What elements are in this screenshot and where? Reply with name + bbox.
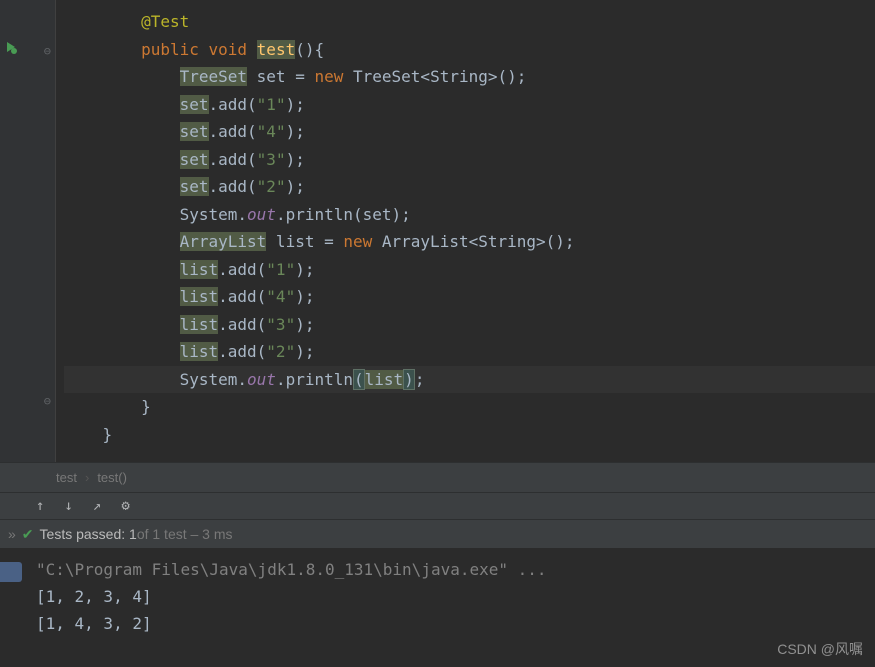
fold-icon[interactable]: ⊖ xyxy=(44,44,51,58)
code-line[interactable]: set.add("1"); xyxy=(64,91,875,119)
code-line[interactable]: set.add("4"); xyxy=(64,118,875,146)
watermark: CSDN @风嘱 xyxy=(777,639,863,659)
code-line[interactable]: list.add("2"); xyxy=(64,338,875,366)
console-line: [1, 4, 3, 2] xyxy=(36,610,875,637)
run-test-icon[interactable] xyxy=(4,40,18,58)
code-line[interactable]: } xyxy=(64,421,875,449)
code-line[interactable]: list.add("1"); xyxy=(64,256,875,284)
tests-passed-label: Tests passed: 1 xyxy=(40,526,137,542)
breadcrumb-separator-icon: › xyxy=(85,470,89,485)
export-icon[interactable]: ↗ xyxy=(93,498,101,514)
console-output[interactable]: "C:\Program Files\Java\jdk1.8.0_131\bin\… xyxy=(0,548,875,637)
tests-count-label: of 1 test – 3 ms xyxy=(137,526,233,542)
code-line[interactable]: public void test(){ xyxy=(64,36,875,64)
run-toolbar: ↑ ↓ ↗ ⚙ xyxy=(0,492,875,520)
code-line[interactable]: TreeSet set = new TreeSet<String>(); xyxy=(64,63,875,91)
check-icon: ✔ xyxy=(22,526,34,543)
code-line[interactable]: @Test xyxy=(64,8,875,36)
breadcrumb-item[interactable]: test xyxy=(56,470,77,485)
code-line[interactable]: set.add("2"); xyxy=(64,173,875,201)
code-line[interactable]: ArrayList list = new ArrayList<String>()… xyxy=(64,228,875,256)
editor-area: ⊖ ⊖ @Test public void test(){ TreeSet se… xyxy=(0,0,875,462)
side-tab[interactable] xyxy=(0,562,22,582)
code-line[interactable]: list.add("3"); xyxy=(64,311,875,339)
code-editor[interactable]: @Test public void test(){ TreeSet set = … xyxy=(56,0,875,462)
code-line[interactable]: System.out.println(set); xyxy=(64,201,875,229)
fold-icon[interactable]: ⊖ xyxy=(44,394,51,408)
expand-icon[interactable]: ↓ xyxy=(64,498,72,514)
breadcrumb-item[interactable]: test() xyxy=(97,470,127,485)
code-line[interactable]: } xyxy=(64,393,875,421)
breadcrumb: test › test() xyxy=(0,462,875,492)
code-line[interactable]: System.out.println(list); xyxy=(64,366,875,394)
code-line[interactable]: set.add("3"); xyxy=(64,146,875,174)
console-line: [1, 2, 3, 4] xyxy=(36,583,875,610)
chevron-icon[interactable]: » xyxy=(8,526,16,542)
settings-icon[interactable]: ⚙ xyxy=(121,498,129,514)
console-line: "C:\Program Files\Java\jdk1.8.0_131\bin\… xyxy=(36,556,875,583)
collapse-icon[interactable]: ↑ xyxy=(36,498,44,514)
test-status-bar: » ✔ Tests passed: 1 of 1 test – 3 ms xyxy=(0,520,875,548)
code-line[interactable]: list.add("4"); xyxy=(64,283,875,311)
editor-gutter: ⊖ ⊖ xyxy=(0,0,56,462)
